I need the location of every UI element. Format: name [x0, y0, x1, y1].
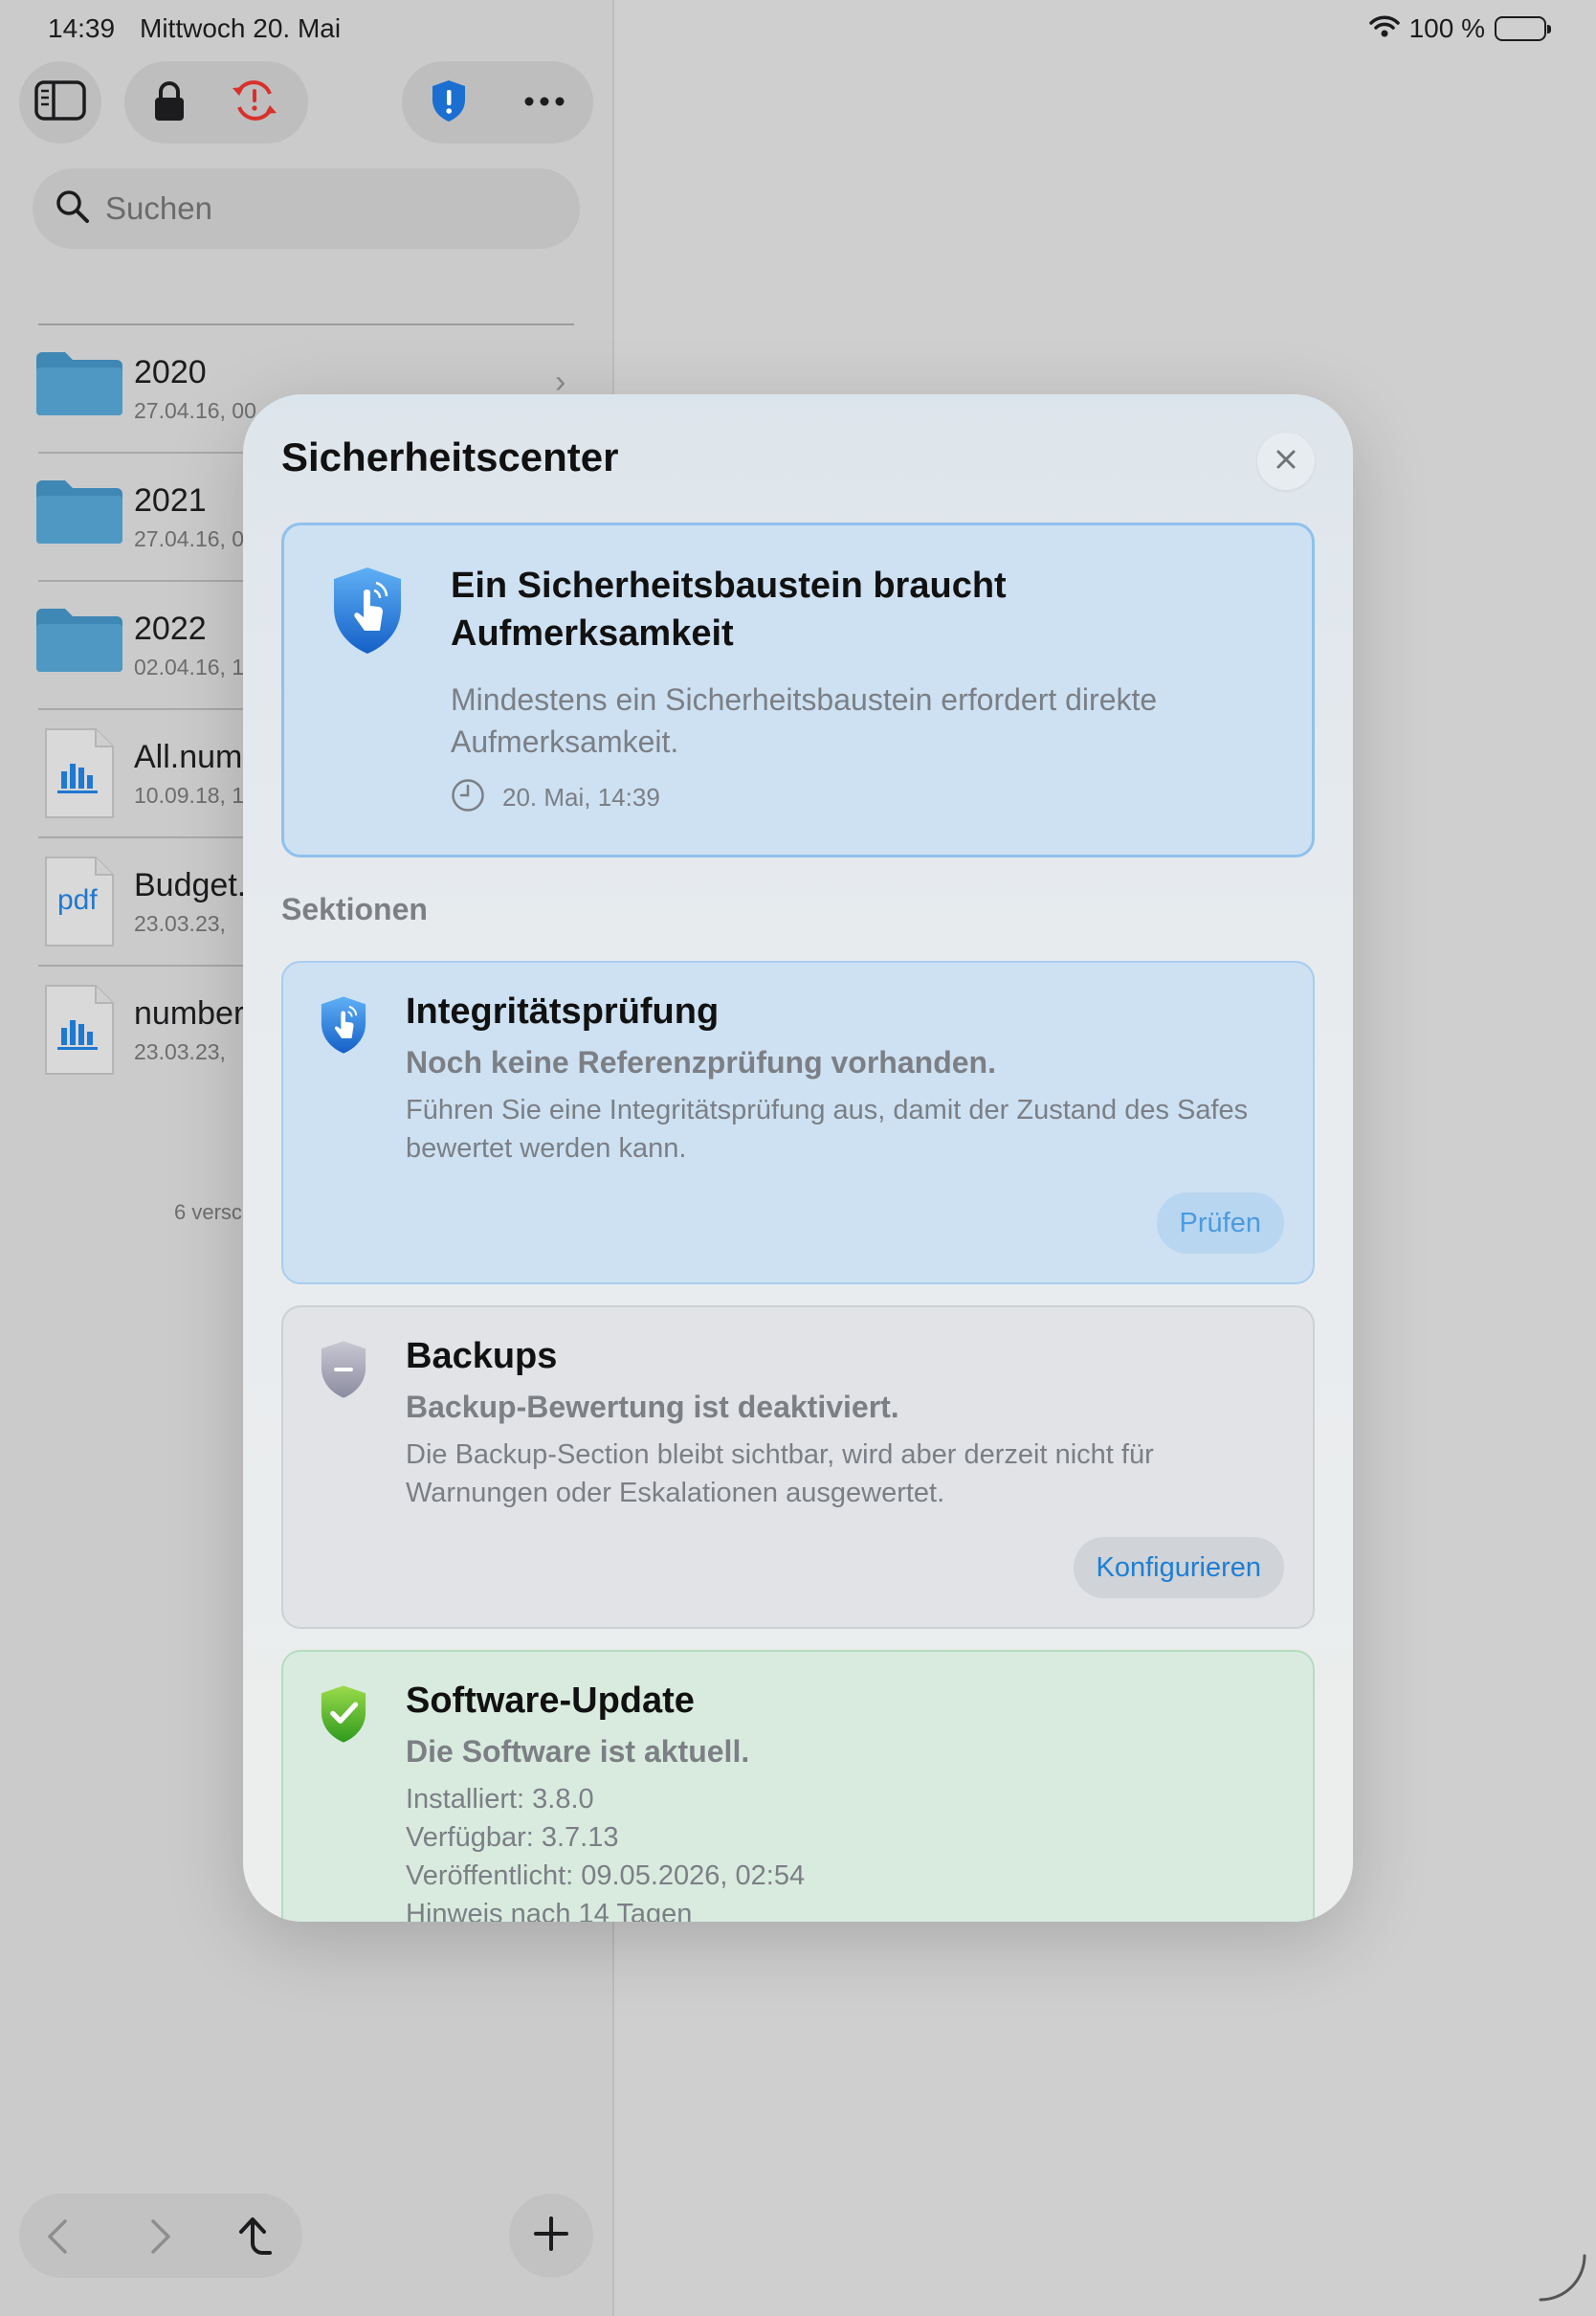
battery-percent: 100 % — [1408, 13, 1485, 43]
section-title: Integritätsprüfung — [406, 991, 720, 1032]
dialog-title: Sicherheitscenter — [281, 434, 619, 479]
file-name: Budget. — [134, 867, 247, 903]
pdf-label: pdf — [57, 884, 98, 916]
section-card-backups: Backups Backup-Bewertung ist deaktiviert… — [281, 1305, 1315, 1629]
folder-icon — [34, 477, 124, 550]
folder-icon — [34, 605, 124, 679]
search-field[interactable]: Suchen — [33, 168, 580, 249]
status-indicators: 100 % — [1368, 13, 1551, 44]
installed-version: Installiert: 3.8.0 — [406, 1784, 594, 1815]
security-center-dialog: Sicherheitscenter Ein Sicherheitsbaustei… — [243, 394, 1353, 1922]
file-name: 2021 — [134, 482, 207, 519]
sections-heading: Sektionen — [281, 892, 428, 926]
alert-timestamp: 20. Mai, 14:39 — [502, 783, 660, 812]
close-button[interactable] — [1257, 433, 1315, 490]
clock-icon — [451, 778, 485, 817]
section-card-software-update: Software-Update Die Software ist aktuell… — [281, 1650, 1315, 1922]
shield-touch-icon — [320, 995, 367, 1059]
back-button[interactable] — [44, 2218, 73, 2260]
shield-touch-icon — [332, 566, 403, 660]
status-date: Mittwoch 20. Mai — [140, 13, 342, 43]
shield-disabled-icon — [320, 1340, 367, 1404]
battery-icon — [1495, 16, 1551, 41]
search-placeholder: Suchen — [105, 190, 212, 226]
alert-description: Mindestens ein Sicherheitsbaustein erfor… — [451, 682, 1158, 759]
section-title: Backups — [406, 1336, 558, 1376]
scroll-indicator — [1535, 2250, 1588, 2308]
section-description: Führen Sie eine Integritätsprüfung aus, … — [406, 1095, 1249, 1164]
update-details: Installiert: 3.8.0 Verfügbar: 3.7.13 Ver… — [406, 1780, 805, 1922]
configure-button[interactable]: Konfigurieren — [1073, 1537, 1284, 1598]
search-icon — [55, 189, 90, 229]
status-time: 14:39 — [48, 13, 116, 43]
section-card-integrity: Integritätsprüfung Noch keine Referenzpr… — [281, 961, 1315, 1284]
reminder-note: Hinweis nach 14 Tagen — [406, 1899, 693, 1922]
parent-folder-button[interactable] — [235, 2215, 276, 2263]
toggle-sidebar-button[interactable] — [19, 61, 101, 144]
sync-warning-icon[interactable] — [230, 78, 279, 127]
file-meta: 23.03.23, — [134, 1039, 226, 1064]
release-date: Veröffentlicht: 09.05.2026, 02:54 — [406, 1860, 806, 1891]
add-button[interactable] — [509, 2194, 593, 2278]
file-meta: 27.04.16, 00 — [134, 398, 256, 423]
more-icon[interactable] — [524, 94, 565, 111]
attention-alert-card[interactable]: Ein Sicherheitsbaustein braucht Aufmerks… — [281, 523, 1315, 857]
sidebar-icon — [34, 79, 86, 125]
numbers-document-icon — [44, 727, 115, 824]
lock-icon[interactable] — [153, 79, 186, 126]
wifi-icon — [1368, 13, 1400, 44]
available-version: Verfügbar: 3.7.13 — [406, 1822, 619, 1853]
section-title: Software-Update — [406, 1681, 695, 1721]
alert-title: Ein Sicherheitsbaustein braucht Aufmerks… — [451, 566, 1007, 654]
check-button[interactable]: Prüfen — [1156, 1192, 1284, 1254]
plus-icon — [532, 2215, 570, 2258]
security-shield-icon[interactable] — [431, 78, 467, 127]
navigation-group — [19, 2194, 302, 2278]
file-count: 6 versc — [174, 1200, 242, 1224]
file-meta: 27.04.16, 0 — [134, 526, 245, 551]
file-name: All.num — [134, 739, 243, 775]
file-name: number — [134, 995, 245, 1032]
file-meta: 02.04.16, 1 — [134, 655, 245, 679]
file-name: 2022 — [134, 611, 207, 647]
file-name: 2020 — [134, 354, 207, 390]
file-meta: 10.09.18, 1 — [134, 783, 245, 808]
section-description: Die Backup-Section bleibt sichtbar, wird… — [406, 1439, 1154, 1508]
security-more-group — [402, 61, 593, 144]
section-status: Die Software ist aktuell. — [406, 1734, 750, 1769]
file-meta: 23.03.23, — [134, 911, 226, 936]
section-status: Backup-Bewertung ist deaktiviert. — [406, 1390, 899, 1424]
close-icon — [1275, 449, 1297, 475]
status-bar: 14:39 Mittwoch 20. Mai — [0, 0, 1596, 61]
numbers-document-icon — [44, 984, 115, 1080]
shield-check-icon — [320, 1684, 367, 1748]
folder-icon — [34, 348, 124, 422]
lock-sync-group — [124, 61, 308, 144]
section-status: Noch keine Referenzprüfung vorhanden. — [406, 1045, 996, 1080]
alert-timestamp-row: 20. Mai, 14:39 — [451, 778, 660, 817]
pdf-document-icon: pdf — [44, 856, 115, 947]
forward-button[interactable] — [145, 2218, 174, 2260]
